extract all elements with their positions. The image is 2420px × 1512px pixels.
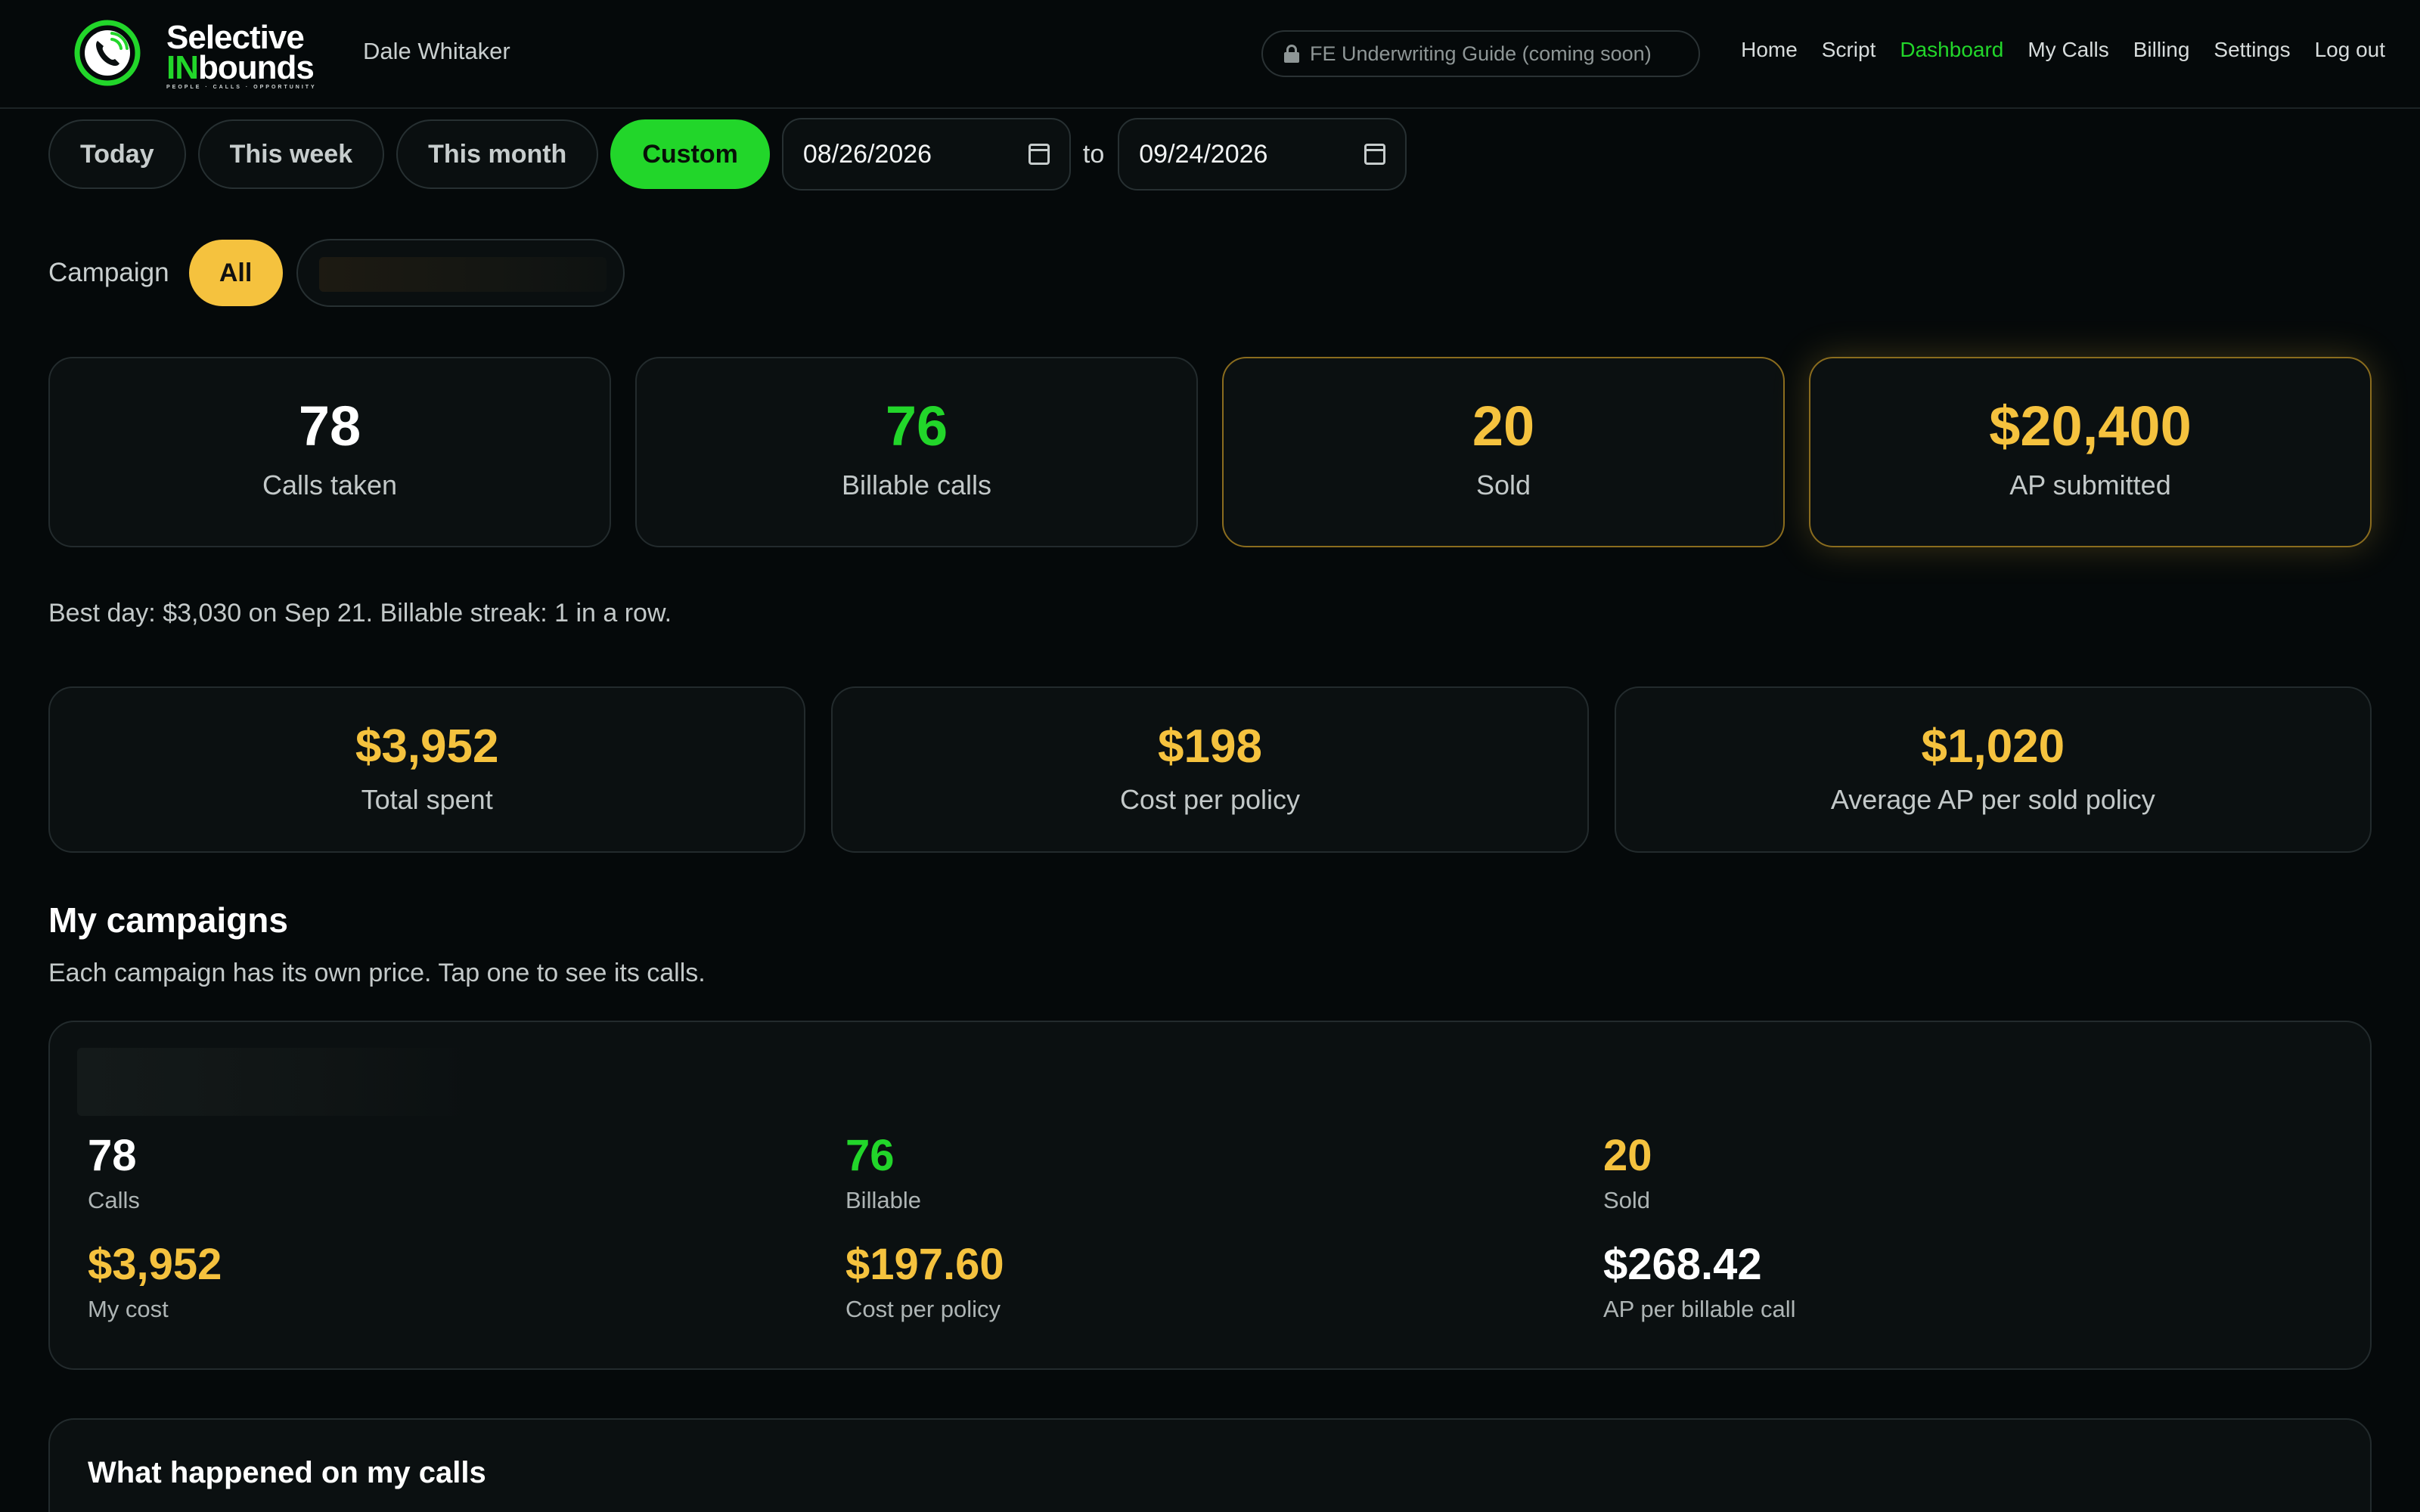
date-from-value: 08/26/2026: [802, 139, 932, 169]
metric-label: Cost per policy: [845, 1296, 1001, 1322]
money-value: $198: [1158, 720, 1262, 773]
stat-value: 78: [298, 395, 361, 457]
best-day-summary: Best day: $3,030 on Sep 21. Billable str…: [48, 599, 672, 627]
campaign-chip-redacted[interactable]: [296, 239, 625, 307]
brand-line2: INbounds: [166, 51, 317, 84]
metric-value: $268.42: [1603, 1240, 1762, 1289]
stat-card-ap-submitted: $20,400 AP submitted: [1809, 357, 2372, 547]
stat-value: 76: [885, 395, 948, 457]
range-today-button[interactable]: Today: [48, 119, 186, 189]
phone-logo-icon[interactable]: [73, 18, 142, 88]
brand-accent: IN: [166, 48, 199, 86]
stat-card-billable-calls: 76 Billable calls: [635, 357, 1198, 547]
money-cards: $3,952 Total spent $198 Cost per policy …: [48, 686, 2372, 853]
top-bar: Selective INbounds PEOPLE · CALLS · OPPO…: [0, 0, 2420, 109]
campaign-metric-billable: 76 Billable: [845, 1134, 921, 1214]
main-nav: Home Script Dashboard My Calls Billing S…: [1717, 38, 2385, 62]
metric-label: Sold: [1603, 1187, 1651, 1213]
metric-value: 20: [1603, 1131, 1652, 1180]
money-card-cost-per-policy: $198 Cost per policy: [831, 686, 1589, 853]
calendar-icon[interactable]: [1364, 144, 1386, 165]
nav-my-calls[interactable]: My Calls: [2028, 38, 2108, 62]
redacted-campaign-name: [318, 257, 607, 292]
campaign-filter-label: Campaign: [48, 258, 169, 287]
underwriting-guide-button[interactable]: FE Underwriting Guide (coming soon): [1261, 30, 1700, 77]
lock-icon: [1284, 45, 1299, 63]
calendar-icon[interactable]: [1028, 144, 1050, 165]
nav-script[interactable]: Script: [1822, 38, 1876, 62]
call-outcomes-card: What happened on my calls: [48, 1418, 2372, 1512]
campaign-metric-cost-per-policy: $197.60 Cost per policy: [845, 1243, 1004, 1323]
date-range-filter: Today This week This month Custom 08/26/…: [48, 118, 1407, 191]
campaign-metric-my-cost: $3,952 My cost: [88, 1243, 222, 1323]
stat-label: Sold: [1475, 469, 1531, 500]
brand-tagline: PEOPLE · CALLS · OPPORTUNITY: [166, 85, 317, 91]
money-card-average-ap: $1,020 Average AP per sold policy: [1614, 686, 2372, 853]
campaign-metric-ap-per-billable: $268.42 AP per billable call: [1603, 1243, 1795, 1323]
campaign-metric-sold: 20 Sold: [1603, 1134, 1652, 1214]
range-this-month-button[interactable]: This month: [396, 119, 599, 189]
date-from-input[interactable]: 08/26/2026: [781, 118, 1071, 191]
nav-settings[interactable]: Settings: [2214, 38, 2290, 62]
user-name: Dale Whitaker: [363, 38, 510, 64]
metric-label: My cost: [88, 1296, 169, 1322]
metric-label: AP per billable call: [1603, 1296, 1796, 1322]
stat-card-sold: 20 Sold: [1222, 357, 1785, 547]
redacted-campaign-name: [77, 1048, 470, 1116]
underwriting-guide-label: FE Underwriting Guide (coming soon): [1310, 42, 1652, 65]
campaign-metric-calls: 78 Calls: [88, 1134, 140, 1214]
nav-billing[interactable]: Billing: [2133, 38, 2190, 62]
stat-label: Billable calls: [841, 469, 992, 500]
money-card-total-spent: $3,952 Total spent: [48, 686, 806, 853]
money-label: Cost per policy: [1119, 784, 1301, 815]
campaign-card[interactable]: 78 Calls 76 Billable 20 Sold $3,952 My c…: [48, 1021, 2372, 1370]
money-value: $3,952: [355, 720, 499, 773]
my-campaigns-subtitle: Each campaign has its own price. Tap one…: [48, 959, 706, 987]
nav-logout[interactable]: Log out: [2315, 38, 2385, 62]
stat-label: AP submitted: [2009, 469, 2171, 500]
campaign-chip-all[interactable]: All: [188, 240, 283, 306]
stat-value: 20: [1472, 395, 1535, 457]
metric-value: $3,952: [88, 1240, 222, 1289]
metric-label: Billable: [845, 1187, 921, 1213]
money-label: Average AP per sold policy: [1830, 784, 2155, 815]
nav-home[interactable]: Home: [1741, 38, 1798, 62]
metric-value: $197.60: [845, 1240, 1004, 1289]
metric-value: 78: [88, 1131, 137, 1180]
call-outcomes-title: What happened on my calls: [88, 1456, 486, 1489]
money-label: Total spent: [361, 784, 493, 815]
date-to-label: to: [1082, 139, 1105, 169]
date-to-value: 09/24/2026: [1139, 139, 1268, 169]
stat-value: $20,400: [1989, 395, 2192, 457]
range-custom-button[interactable]: Custom: [610, 119, 770, 189]
nav-dashboard[interactable]: Dashboard: [1900, 38, 2003, 62]
metric-value: 76: [845, 1131, 895, 1180]
brand-rest: bounds: [198, 48, 315, 86]
brand-logo[interactable]: Selective INbounds PEOPLE · CALLS · OPPO…: [166, 21, 317, 91]
campaign-filter: Campaign All: [48, 239, 625, 307]
stat-label: Calls taken: [262, 469, 398, 500]
stat-card-calls-taken: 78 Calls taken: [48, 357, 611, 547]
stat-cards: 78 Calls taken 76 Billable calls 20 Sold…: [48, 357, 2372, 547]
money-value: $1,020: [1921, 720, 2065, 773]
range-this-week-button[interactable]: This week: [197, 119, 385, 189]
my-campaigns-title: My campaigns: [48, 900, 288, 940]
metric-label: Calls: [88, 1187, 140, 1213]
date-to-input[interactable]: 09/24/2026: [1118, 118, 1407, 191]
